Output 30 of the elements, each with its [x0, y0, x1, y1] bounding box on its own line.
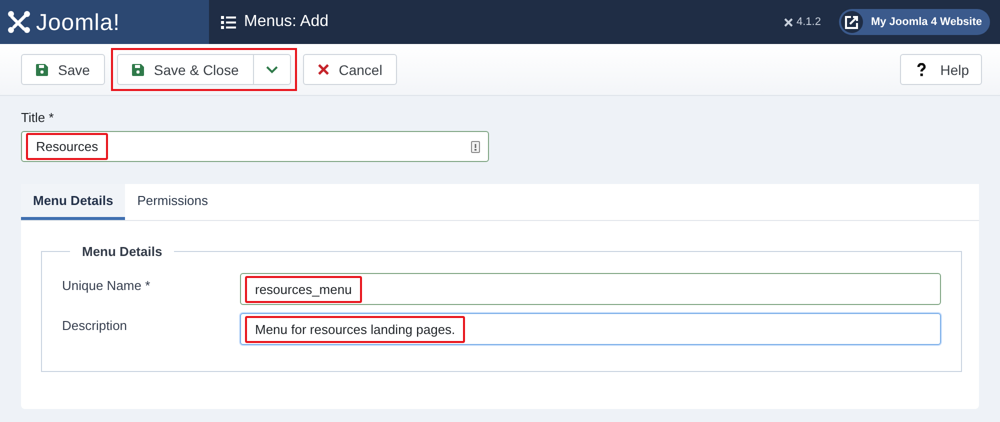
list-icon: [221, 16, 236, 28]
dropdown-button[interactable]: [254, 54, 291, 85]
joomla-logo-icon: [784, 18, 794, 26]
chevron-down-icon: [266, 66, 278, 74]
input-field[interactable]: Menu for resources landing pages.: [240, 313, 941, 345]
page-title: Menus: Add: [244, 13, 328, 31]
joomla-logo-icon: [6, 9, 32, 35]
input-field[interactable]: resources_menu: [240, 273, 941, 305]
brand-logo: Joomla!: [36, 8, 120, 36]
save-icon: [36, 64, 48, 76]
fieldset-legend: Menu Details: [70, 244, 174, 259]
field-label: Title *: [21, 110, 55, 125]
close-icon: [318, 64, 329, 75]
field-label: Description: [62, 317, 128, 333]
question-mark-icon: [917, 62, 926, 76]
title-input[interactable]: Resources: [21, 131, 489, 162]
help-button[interactable]: Help: [900, 54, 982, 85]
field-value: Resources: [26, 133, 108, 160]
cancel-button[interactable]: Cancel: [302, 54, 398, 85]
field-value: Menu for resources landing pages.: [245, 316, 466, 342]
save-button[interactable]: Save: [21, 54, 105, 85]
character-counter-icon: [471, 140, 480, 152]
save-button[interactable]: Save & Close: [116, 54, 254, 85]
save-icon: [132, 64, 144, 76]
field-label: Unique Name *: [62, 277, 152, 293]
field-value: resources_menu: [245, 276, 362, 302]
version-text: 4.1.2: [796, 16, 821, 28]
tab[interactable]: Menu Details: [21, 184, 126, 220]
external-link-icon: [845, 16, 858, 28]
site-link-button[interactable]: My Joomla 4 Website: [838, 9, 990, 35]
